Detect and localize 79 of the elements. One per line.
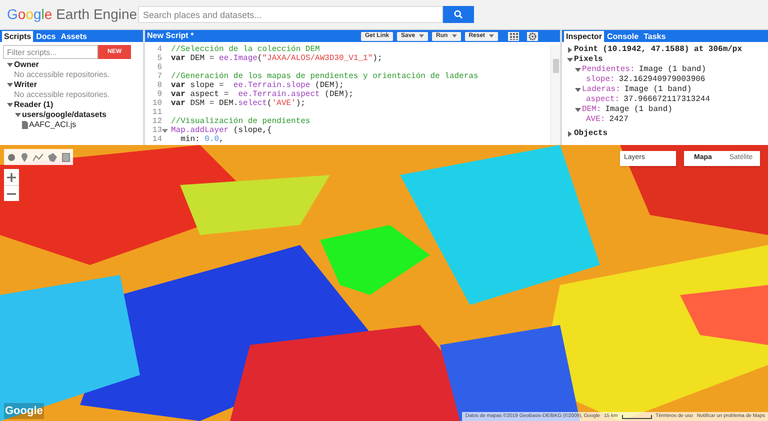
inspector-key[interactable]: Objects	[574, 129, 608, 139]
line-number: 14	[152, 135, 162, 144]
inspector-value: Image (1 band)	[623, 85, 692, 95]
caret-icon[interactable]	[567, 131, 573, 137]
scrollbar[interactable]	[551, 45, 560, 145]
inspector-value: Image (1 band)	[638, 65, 706, 75]
folder-label[interactable]: Reader (1)	[14, 100, 54, 110]
inspector-key: aspect:	[586, 95, 620, 105]
line-number: 7	[157, 72, 162, 81]
caret-icon[interactable]	[15, 112, 21, 118]
caret-icon[interactable]	[567, 47, 573, 53]
line-number: 10	[152, 99, 162, 108]
line-number: 4	[157, 45, 162, 54]
code-line: var DSM = DEM.select('AVE');	[171, 99, 306, 108]
search-field[interactable]: Search places and datasets...	[138, 6, 443, 23]
panel-tab[interactable]: Console	[605, 31, 641, 42]
inspector-key[interactable]: Point (10.1942, 47.1588) at 306m/px	[574, 45, 742, 55]
script-file[interactable]: AAFC_ACI.js	[29, 120, 76, 130]
empty-message: No accessible repositories.	[13, 70, 110, 80]
line-icon[interactable]	[33, 152, 43, 162]
code-line: var DEM = ee.Image("JAXA/ALOS/AW3D30_V1_1");	[171, 54, 384, 63]
file-icon	[22, 121, 28, 129]
inspector-key[interactable]: Pendientes:	[582, 65, 635, 75]
caret-icon[interactable]	[7, 82, 13, 88]
inspector-key[interactable]: DEM:	[582, 105, 602, 115]
caret-icon[interactable]	[575, 87, 581, 93]
filter-field[interactable]: Filter scripts...	[3, 45, 98, 59]
code-line: //Selección de la colección DEM	[171, 45, 321, 54]
search-button[interactable]	[443, 6, 474, 23]
dropdown-caret-icon[interactable]	[419, 33, 424, 39]
inspector-key[interactable]: Laderas:	[582, 85, 620, 95]
inspector-key: AVE:	[586, 115, 606, 125]
folder-label[interactable]: Writer	[14, 80, 37, 90]
caret-icon[interactable]	[567, 57, 573, 63]
plus-icon	[7, 172, 16, 182]
line-number: 6	[157, 63, 162, 72]
folder-label[interactable]: users/google/datasets	[22, 110, 106, 120]
polygon-icon[interactable]	[48, 152, 57, 162]
fold-caret-icon[interactable]	[162, 128, 168, 134]
panel-tab[interactable]: Inspector	[564, 31, 604, 42]
minus-icon	[7, 192, 16, 194]
panel-tab[interactable]: Docs	[34, 31, 58, 42]
line-number: 12	[152, 117, 162, 126]
line-number: 5	[157, 54, 162, 63]
line-number: 13	[152, 126, 162, 135]
code-line: var slope = ee.Terrain.slope (DEM);	[171, 81, 345, 90]
inspector-value: 37.966672117313244	[622, 95, 710, 105]
code-line: //Visualización de pendientes	[171, 117, 312, 126]
inspector-value: 2427	[608, 115, 628, 125]
dropdown-caret-icon[interactable]	[489, 33, 494, 39]
code-line: min: 0.0,	[180, 135, 225, 144]
inspector-key[interactable]: Pixels	[574, 55, 603, 65]
caret-icon[interactable]	[7, 102, 13, 108]
folder-label[interactable]: Owner	[14, 60, 39, 70]
code-line: Map.addLayer (slope,{	[171, 126, 273, 135]
marker-icon[interactable]	[21, 152, 28, 162]
line-number: 9	[157, 90, 162, 99]
dropdown-caret-icon[interactable]	[452, 33, 457, 39]
code-line: var aspect = ee.Terrain.aspect (DEM);	[171, 90, 354, 99]
caret-icon[interactable]	[7, 62, 13, 68]
rectangle-icon[interactable]	[62, 152, 70, 162]
code-line: //Generación de los mapas de pendientes y orientación de laderas	[171, 72, 480, 81]
line-number: 8	[157, 81, 162, 90]
script-title: New Script *	[147, 30, 195, 42]
settings-icon[interactable]	[527, 32, 538, 40]
scale-bar-icon	[622, 414, 652, 418]
panel-tab[interactable]: Scripts	[2, 31, 34, 42]
panel-tab[interactable]: Assets	[58, 31, 89, 42]
inspector-value: 32.162940979003906	[618, 75, 706, 85]
caret-icon[interactable]	[575, 107, 581, 113]
inspector-value: Image (1 band)	[604, 105, 672, 115]
line-number: 11	[152, 108, 162, 117]
caret-icon[interactable]	[575, 67, 581, 73]
panel-tab[interactable]: Tasks	[642, 31, 668, 42]
empty-message: No accessible repositories.	[13, 90, 110, 100]
search-icon	[454, 10, 463, 19]
inspector-key: slope:	[586, 75, 615, 85]
app-logo: Google Earth Engine	[7, 5, 138, 24]
grid-icon[interactable]	[508, 32, 520, 40]
